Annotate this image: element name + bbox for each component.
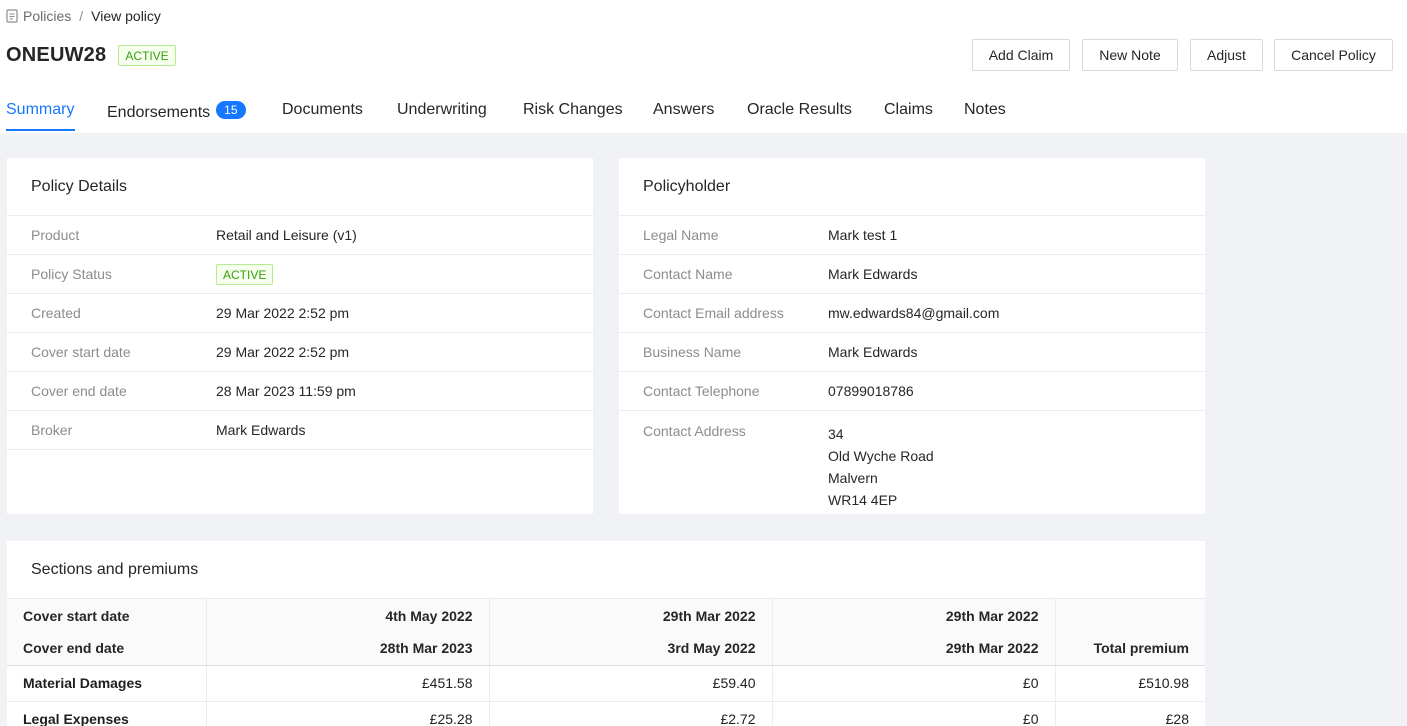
- total-premium-header: Total premium: [1054, 632, 1205, 666]
- holder-value: Mark Edwards: [828, 344, 918, 360]
- premium-cell: £451.58: [205, 665, 489, 702]
- policy-details-card: Policy Details Product Retail and Leisur…: [7, 158, 593, 514]
- holder-row-business-name: Business Name Mark Edwards: [619, 333, 1205, 372]
- endorsements-count-badge: 15: [216, 101, 246, 119]
- address-line: Old Wyche Road: [828, 448, 934, 464]
- holder-row-email: Contact Email address mw.edwards84@gmail…: [619, 294, 1205, 333]
- breadcrumb: Policies / View policy: [6, 8, 161, 24]
- address-line: WR14 4EP: [828, 492, 898, 508]
- holder-label: Business Name: [643, 344, 742, 360]
- holder-row-legal-name: Legal Name Mark test 1: [619, 216, 1205, 255]
- status-badge: ACTIVE: [118, 45, 176, 66]
- detail-value: 29 Mar 2022 2:52 pm: [216, 344, 350, 360]
- address-line: 34: [828, 426, 844, 442]
- detail-label: Broker: [31, 422, 73, 438]
- holder-label: Contact Name: [643, 266, 733, 282]
- main-content: Policy Details Product Retail and Leisur…: [0, 133, 1407, 726]
- tab-underwriting[interactable]: Underwriting: [397, 101, 487, 119]
- cancel-policy-button[interactable]: Cancel Policy: [1274, 39, 1393, 71]
- policy-title-row: ONEUW28 ACTIVE: [6, 44, 176, 67]
- holder-label: Contact Telephone: [643, 383, 760, 399]
- address-block: 34 Old Wyche Road Malvern WR14 4EP: [828, 423, 934, 511]
- detail-value: 28 Mar 2023 11:59 pm: [216, 383, 356, 399]
- period-start-cell: 4th May 2022: [205, 599, 489, 632]
- section-name: Material Damages: [7, 665, 206, 702]
- tab-documents[interactable]: Documents: [282, 101, 363, 119]
- policy-status-badge: ACTIVE: [216, 263, 274, 285]
- detail-value: 29 Mar 2022 2:52 pm: [216, 305, 350, 321]
- policy-details-title: Policy Details: [7, 158, 593, 216]
- detail-row-policy-status: Policy Status ACTIVE: [7, 255, 593, 294]
- policyholder-title: Policyholder: [619, 158, 1205, 216]
- holder-value: Mark test 1: [828, 227, 898, 243]
- detail-row-created: Created 29 Mar 2022 2:52 pm: [7, 294, 593, 333]
- empty-header-cell: [1054, 599, 1205, 632]
- holder-value: 07899018786: [828, 383, 914, 399]
- table-header-row: Cover start date 4th May 2022 29th Mar 2…: [7, 599, 1205, 632]
- holder-label: Legal Name: [643, 227, 719, 243]
- period-end-cell: 29th Mar 2022: [771, 632, 1055, 666]
- holder-email-value: mw.edwards84@gmail.com: [828, 305, 1000, 321]
- detail-row-cover-end: Cover end date 28 Mar 2023 11:59 pm: [7, 372, 593, 411]
- holder-row-contact-name: Contact Name Mark Edwards: [619, 255, 1205, 294]
- sections-premiums-card: Sections and premiums Cover start date 4…: [7, 541, 1205, 726]
- premium-cell: £2.72: [488, 701, 772, 726]
- page-title: ONEUW28: [6, 44, 107, 66]
- adjust-button[interactable]: Adjust: [1190, 39, 1263, 71]
- detail-label: Product: [31, 227, 80, 243]
- period-start-cell: 29th Mar 2022: [771, 599, 1055, 632]
- active-tab-indicator: [6, 129, 75, 131]
- tab-answers[interactable]: Answers: [653, 101, 714, 119]
- tab-claims[interactable]: Claims: [884, 101, 933, 119]
- sections-premiums-title: Sections and premiums: [7, 541, 1205, 599]
- policyholder-card: Policyholder Legal Name Mark test 1 Cont…: [619, 158, 1205, 514]
- premium-cell: £0: [771, 665, 1055, 702]
- detail-row-broker: Broker Mark Edwards: [7, 411, 593, 450]
- period-end-cell: 3rd May 2022: [488, 632, 772, 666]
- holder-label: Contact Address: [643, 423, 746, 439]
- tab-endorsements-label: Endorsements: [107, 104, 211, 121]
- holder-row-telephone: Contact Telephone 07899018786: [619, 372, 1205, 411]
- premium-cell: £59.40: [488, 665, 772, 702]
- table-row: Legal Expenses £25.28 £2.72 £0 £28: [7, 701, 1205, 726]
- new-note-button[interactable]: New Note: [1082, 39, 1178, 71]
- add-claim-button[interactable]: Add Claim: [972, 39, 1070, 71]
- detail-value: Mark Edwards: [216, 422, 306, 438]
- tab-notes[interactable]: Notes: [964, 101, 1006, 119]
- detail-label: Cover start date: [31, 344, 131, 360]
- holder-value: Mark Edwards: [828, 266, 918, 282]
- tab-summary[interactable]: Summary: [6, 101, 74, 119]
- detail-row-product: Product Retail and Leisure (v1): [7, 216, 593, 255]
- section-name: Legal Expenses: [7, 701, 206, 726]
- document-icon: [6, 9, 18, 23]
- tab-oracle-results[interactable]: Oracle Results: [747, 101, 852, 119]
- tab-bar: Summary Endorsements 15 Documents Underwr…: [0, 96, 1407, 133]
- breadcrumb-current: View policy: [91, 8, 161, 24]
- tab-endorsements[interactable]: Endorsements 15: [107, 101, 246, 122]
- table-header-row: Cover end date 28th Mar 2023 3rd May 202…: [7, 632, 1205, 666]
- holder-row-address: Contact Address 34 Old Wyche Road Malver…: [619, 411, 1205, 511]
- total-cell: £28: [1054, 701, 1205, 726]
- detail-label: Created: [31, 305, 81, 321]
- page-header: Policies / View policy ONEUW28 ACTIVE Ad…: [0, 0, 1407, 133]
- breadcrumb-policies-link[interactable]: Policies: [23, 8, 71, 24]
- premiums-table: Cover start date 4th May 2022 29th Mar 2…: [7, 599, 1205, 726]
- cover-start-header: Cover start date: [7, 599, 206, 632]
- holder-label: Contact Email address: [643, 305, 784, 321]
- total-cell: £510.98: [1054, 665, 1205, 702]
- period-end-cell: 28th Mar 2023: [205, 632, 489, 666]
- cover-end-header: Cover end date: [7, 632, 206, 666]
- address-line: Malvern: [828, 470, 878, 486]
- premium-cell: £0: [771, 701, 1055, 726]
- table-row: Material Damages £451.58 £59.40 £0 £510.…: [7, 665, 1205, 702]
- detail-value: Retail and Leisure (v1): [216, 227, 357, 243]
- detail-label: Cover end date: [31, 383, 127, 399]
- tab-risk-changes[interactable]: Risk Changes: [523, 101, 623, 119]
- period-start-cell: 29th Mar 2022: [488, 599, 772, 632]
- detail-row-cover-start: Cover start date 29 Mar 2022 2:52 pm: [7, 333, 593, 372]
- detail-label: Policy Status: [31, 266, 112, 282]
- premium-cell: £25.28: [205, 701, 489, 726]
- breadcrumb-separator: /: [79, 8, 84, 24]
